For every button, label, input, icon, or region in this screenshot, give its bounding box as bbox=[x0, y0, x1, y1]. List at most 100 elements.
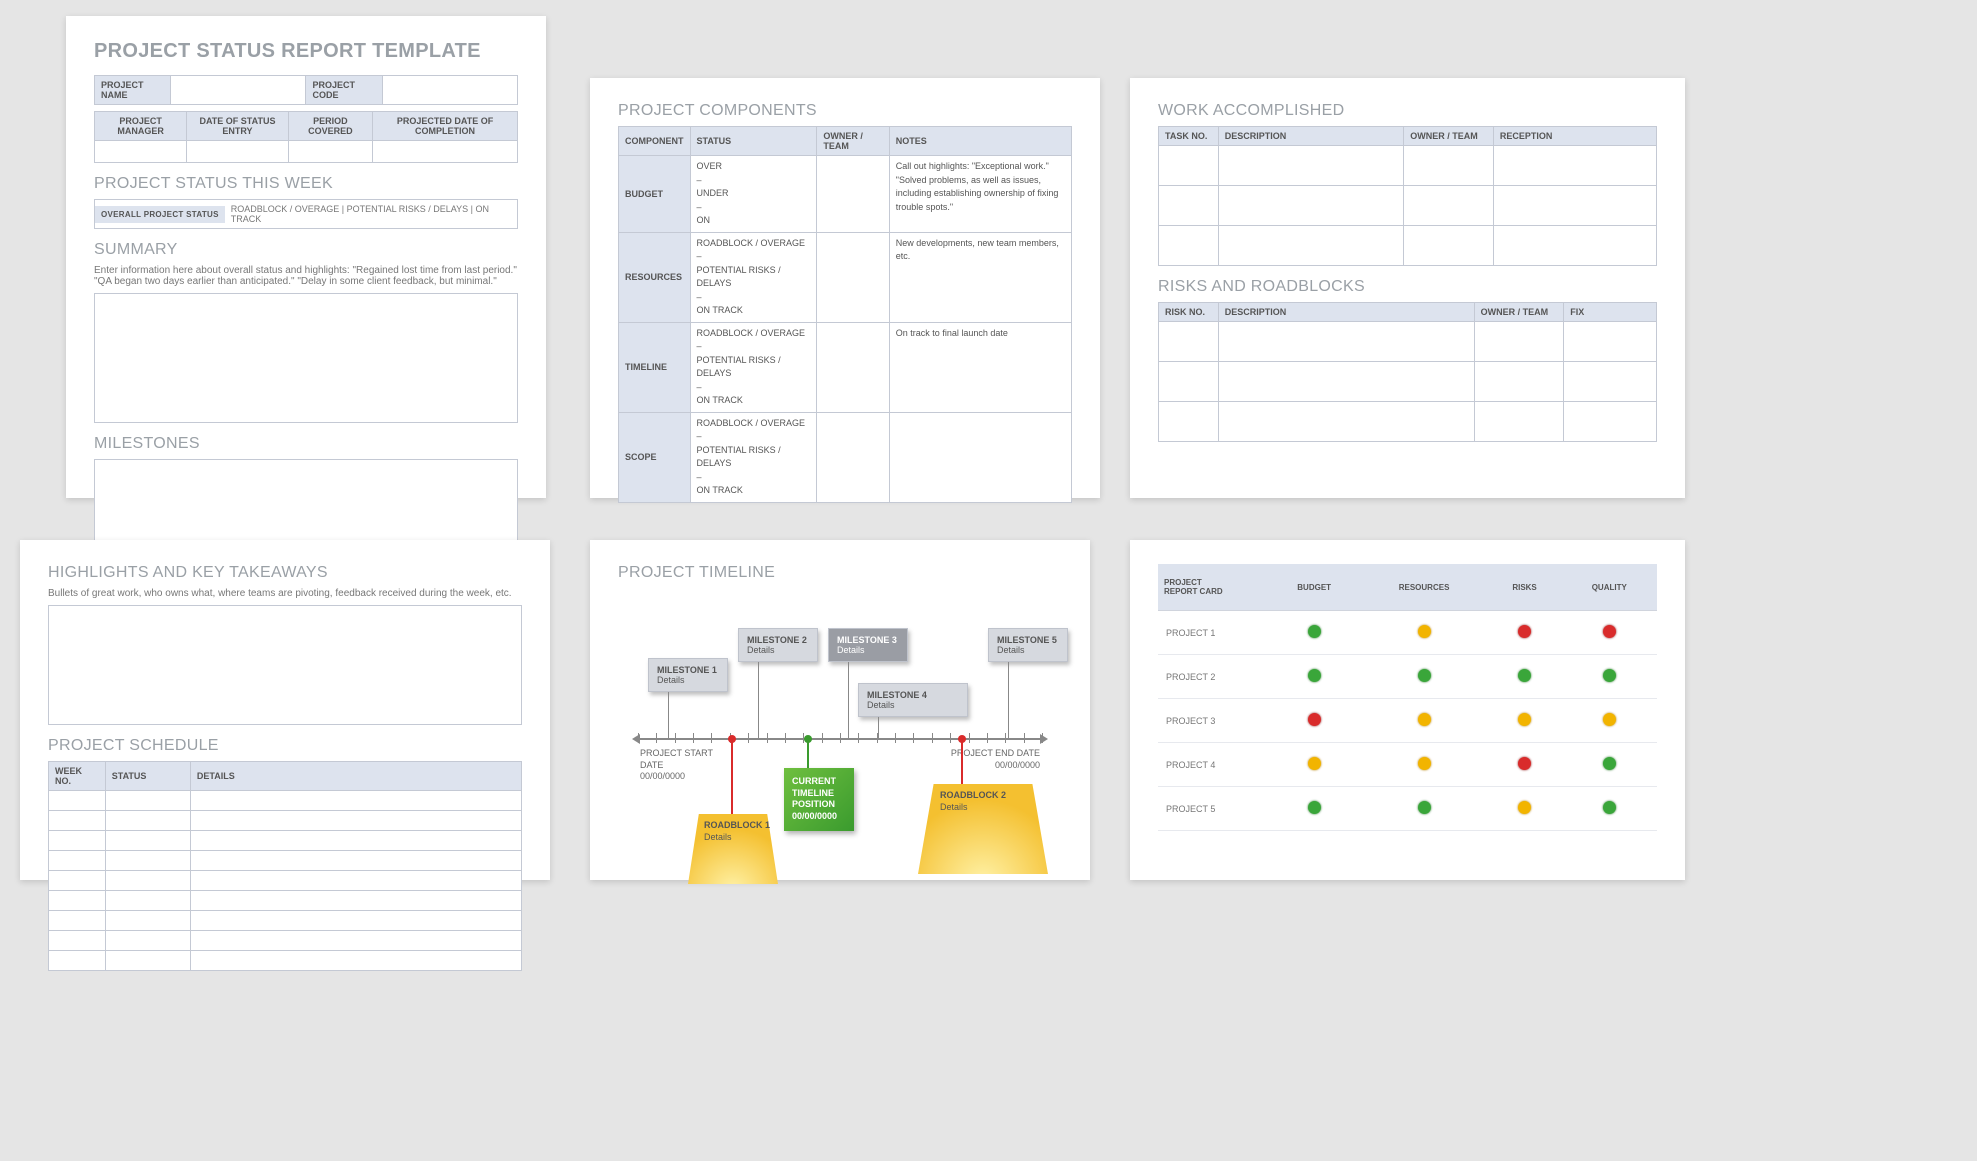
blank-cell[interactable] bbox=[1159, 402, 1219, 442]
blank-cell[interactable] bbox=[1474, 402, 1564, 442]
blank-cell[interactable] bbox=[1493, 226, 1656, 266]
milestone-detail: Details bbox=[997, 645, 1025, 655]
blank-cell[interactable] bbox=[49, 811, 106, 831]
status-cell bbox=[1561, 787, 1657, 831]
notes-cell[interactable]: New developments, new team members, etc. bbox=[889, 232, 1071, 322]
blank-cell[interactable] bbox=[190, 811, 521, 831]
blank-cell[interactable] bbox=[1564, 402, 1657, 442]
label-entry: DATE OF STATUS ENTRY bbox=[187, 112, 288, 141]
status-cell[interactable]: ROADBLOCK / OVERAGE – POTENTIAL RISKS / … bbox=[690, 412, 817, 502]
blank-cell[interactable] bbox=[1564, 362, 1657, 402]
blank-cell[interactable] bbox=[1474, 362, 1564, 402]
notes-cell[interactable]: Call out highlights: "Exceptional work."… bbox=[889, 156, 1071, 233]
blank-cell[interactable] bbox=[1218, 402, 1474, 442]
blank-cell[interactable] bbox=[105, 851, 190, 871]
owner-cell[interactable] bbox=[817, 156, 889, 233]
milestone-box-2: MILESTONE 2 Details bbox=[738, 628, 818, 662]
status-dot-icon bbox=[1308, 757, 1321, 770]
status-cell bbox=[1488, 743, 1562, 787]
blank-cell[interactable] bbox=[190, 871, 521, 891]
project-name: PROJECT 4 bbox=[1158, 743, 1268, 787]
blank-cell[interactable] bbox=[49, 791, 106, 811]
blank-cell[interactable] bbox=[105, 791, 190, 811]
current-line bbox=[807, 740, 809, 770]
blank-cell[interactable] bbox=[1474, 322, 1564, 362]
blank-cell[interactable] bbox=[1159, 322, 1219, 362]
blank-cell[interactable] bbox=[105, 951, 190, 971]
project-name: PROJECT 3 bbox=[1158, 699, 1268, 743]
status-cell bbox=[1268, 699, 1361, 743]
blank-cell[interactable] bbox=[1493, 186, 1656, 226]
table-row bbox=[1159, 186, 1657, 226]
blank-cell[interactable] bbox=[1218, 362, 1474, 402]
value-period[interactable] bbox=[288, 141, 372, 163]
blank-cell[interactable] bbox=[49, 871, 106, 891]
blank-cell[interactable] bbox=[1159, 362, 1219, 402]
blank-cell[interactable] bbox=[49, 851, 106, 871]
blank-cell[interactable] bbox=[49, 931, 106, 951]
blank-cell[interactable] bbox=[105, 931, 190, 951]
status-cell bbox=[1361, 699, 1488, 743]
blank-cell[interactable] bbox=[190, 791, 521, 811]
status-dot-icon bbox=[1418, 713, 1431, 726]
blank-cell[interactable] bbox=[190, 891, 521, 911]
status-cell[interactable]: ROADBLOCK / OVERAGE – POTENTIAL RISKS / … bbox=[690, 232, 817, 322]
blank-cell[interactable] bbox=[105, 891, 190, 911]
blank-cell[interactable] bbox=[49, 831, 106, 851]
summary-input[interactable] bbox=[94, 293, 518, 423]
blank-cell[interactable] bbox=[49, 951, 106, 971]
blank-cell[interactable] bbox=[1159, 146, 1219, 186]
current-position-box: CURRENT TIMELINE POSITION 00/00/0000 bbox=[784, 768, 854, 831]
blank-cell[interactable] bbox=[1218, 322, 1474, 362]
value-entry[interactable] bbox=[187, 141, 288, 163]
blank-cell[interactable] bbox=[1159, 186, 1219, 226]
tick-icon bbox=[656, 733, 657, 743]
owner-cell[interactable] bbox=[817, 412, 889, 502]
highlights-input[interactable] bbox=[48, 605, 522, 725]
blank-cell[interactable] bbox=[105, 831, 190, 851]
status-dot-icon bbox=[1418, 801, 1431, 814]
blank-cell[interactable] bbox=[1404, 146, 1494, 186]
value-project-name[interactable] bbox=[171, 76, 306, 105]
blank-cell[interactable] bbox=[49, 891, 106, 911]
notes-cell[interactable]: On track to final launch date bbox=[889, 322, 1071, 412]
status-dot-icon bbox=[1308, 669, 1321, 682]
blank-cell[interactable] bbox=[105, 911, 190, 931]
status-cell bbox=[1488, 699, 1562, 743]
blank-cell[interactable] bbox=[1159, 226, 1219, 266]
value-pm[interactable] bbox=[95, 141, 187, 163]
blank-cell[interactable] bbox=[190, 951, 521, 971]
blank-cell[interactable] bbox=[1218, 146, 1404, 186]
blank-cell[interactable] bbox=[49, 911, 106, 931]
status-cell[interactable]: OVER – UNDER – ON bbox=[690, 156, 817, 233]
blank-cell[interactable] bbox=[1493, 146, 1656, 186]
roadblock-label: ROADBLOCK 1 bbox=[704, 820, 770, 830]
timeline-diagram: MILESTONE 1 Details MILESTONE 2 Details … bbox=[618, 588, 1062, 868]
label-projected: PROJECTED DATE OF COMPLETION bbox=[373, 112, 518, 141]
status-dot-icon bbox=[1308, 713, 1321, 726]
work-accomplished-table: TASK NO.DESCRIPTIONOWNER / TEAMRECEPTION bbox=[1158, 126, 1657, 266]
blank-cell[interactable] bbox=[1404, 186, 1494, 226]
tick-icon bbox=[987, 733, 988, 743]
table-row bbox=[49, 851, 522, 871]
table-row: PROJECT 3 bbox=[1158, 699, 1657, 743]
blank-cell[interactable] bbox=[1404, 226, 1494, 266]
status-cell[interactable]: ROADBLOCK / OVERAGE – POTENTIAL RISKS / … bbox=[690, 322, 817, 412]
blank-cell[interactable] bbox=[190, 851, 521, 871]
table-row bbox=[49, 791, 522, 811]
blank-cell[interactable] bbox=[190, 911, 521, 931]
value-projected[interactable] bbox=[373, 141, 518, 163]
value-project-code[interactable] bbox=[382, 76, 517, 105]
blank-cell[interactable] bbox=[1218, 226, 1404, 266]
blank-cell[interactable] bbox=[105, 871, 190, 891]
owner-cell[interactable] bbox=[817, 232, 889, 322]
blank-cell[interactable] bbox=[105, 811, 190, 831]
blank-cell[interactable] bbox=[1564, 322, 1657, 362]
blank-cell[interactable] bbox=[190, 831, 521, 851]
tick-icon bbox=[840, 733, 841, 743]
label-period: PERIOD COVERED bbox=[288, 112, 372, 141]
owner-cell[interactable] bbox=[817, 322, 889, 412]
blank-cell[interactable] bbox=[190, 931, 521, 951]
blank-cell[interactable] bbox=[1218, 186, 1404, 226]
notes-cell[interactable] bbox=[889, 412, 1071, 502]
